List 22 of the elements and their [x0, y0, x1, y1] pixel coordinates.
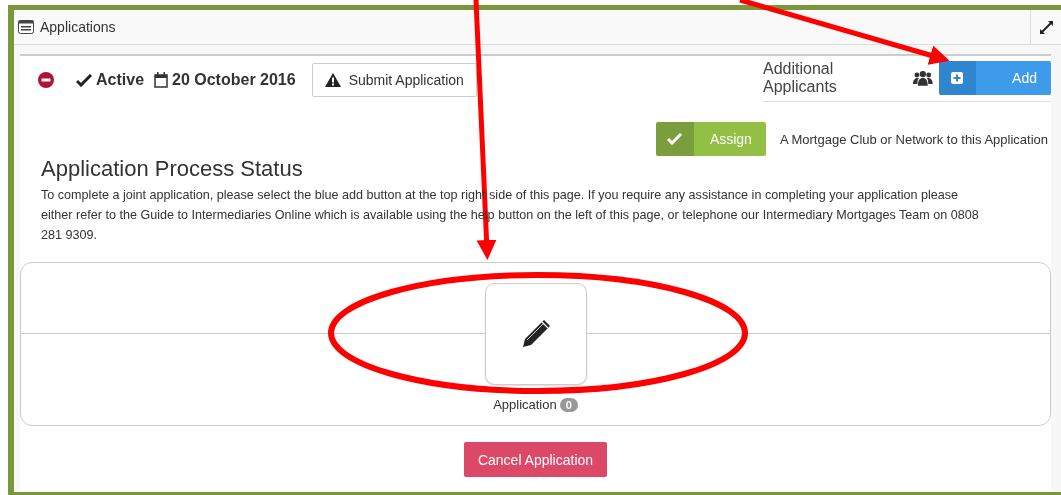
panel-title: Applications — [40, 19, 117, 35]
section-heading: Application Process Status — [41, 156, 304, 182]
panel-icon — [18, 20, 34, 34]
cancel-application-button[interactable]: Cancel Application — [463, 442, 608, 477]
assign-button[interactable]: Assign — [655, 122, 766, 156]
check-icon — [76, 73, 92, 87]
stage-label: Application — [493, 397, 557, 412]
minus-circle-icon[interactable] — [38, 72, 54, 88]
plus-square-icon — [951, 72, 964, 84]
check-icon — [667, 133, 683, 145]
status-label: Active — [96, 71, 145, 89]
date-label: 20 October 2016 — [172, 71, 296, 89]
count-badge: 0 — [559, 397, 578, 412]
warning-icon — [324, 73, 341, 87]
expand-icon[interactable] — [1039, 20, 1053, 34]
assign-description: A Mortgage Club or Network to this Application — [779, 131, 1048, 147]
calendar-icon — [154, 72, 169, 88]
submit-application-button[interactable]: Submit Application — [311, 63, 477, 97]
additional-applicants-label: Additional Applicants — [763, 60, 838, 96]
people-icon — [913, 70, 933, 86]
add-button[interactable]: Add — [938, 61, 1051, 95]
stage-tile[interactable] — [484, 283, 587, 385]
